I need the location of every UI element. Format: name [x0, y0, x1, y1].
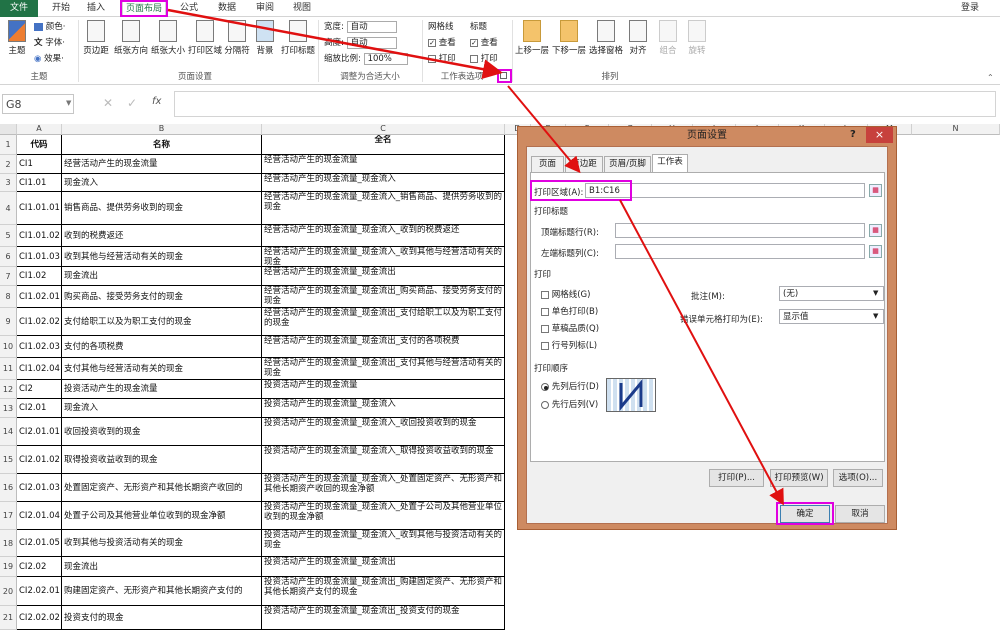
- arrow-tab-to-launcher: [167, 8, 503, 80]
- cell-b[interactable]: 投资支付的现金: [62, 606, 262, 630]
- arrow-printarea-to-ok: [619, 199, 784, 506]
- cell-b[interactable]: 购建固定资产、无形资产和其他长期资产支付的: [62, 577, 262, 606]
- row-header[interactable]: 21: [0, 606, 17, 630]
- cell-c[interactable]: 投资活动产生的现金流量_现金流出: [262, 557, 505, 577]
- arrow-launcher-to-dialog: [507, 85, 581, 174]
- cell-a[interactable]: CI2.02: [17, 557, 62, 577]
- row-header[interactable]: 19: [0, 557, 17, 577]
- cell-a[interactable]: CI2.02.01: [17, 577, 62, 606]
- cell-c[interactable]: 投资活动产生的现金流量_现金流出_购建固定资产、无形资产和其他长期资产支付的现金: [262, 577, 505, 606]
- annotation-arrows: [167, 8, 784, 506]
- cell-b[interactable]: 现金流出: [62, 557, 262, 577]
- cell-c[interactable]: 投资活动产生的现金流量_现金流出_投资支付的现金: [262, 606, 505, 630]
- cell-a[interactable]: CI2.02.02: [17, 606, 62, 630]
- row-header[interactable]: 20: [0, 577, 17, 606]
